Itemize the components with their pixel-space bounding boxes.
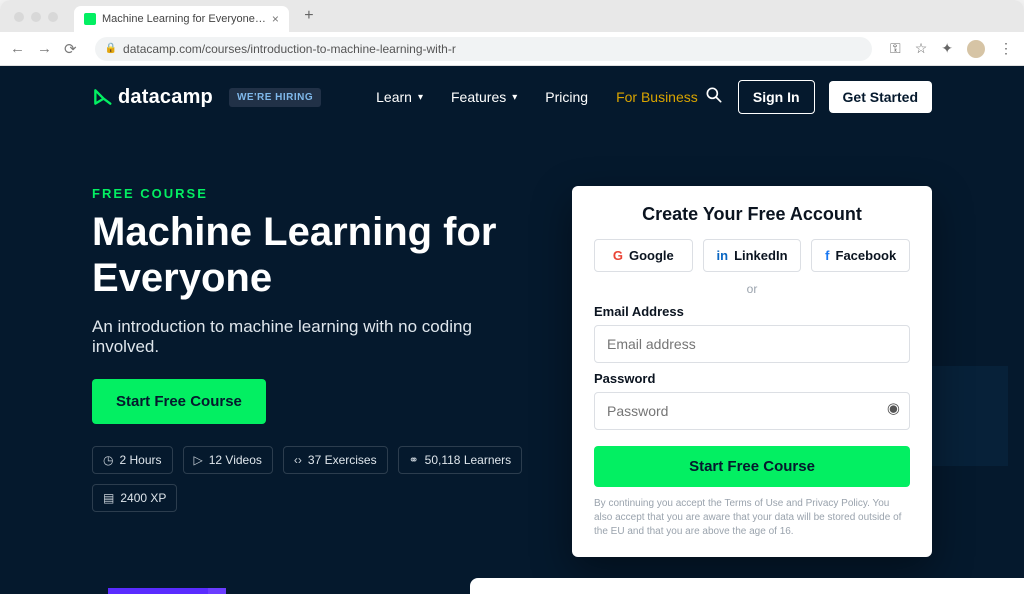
browser-tab-strip: Machine Learning for Everyone… × + [0,0,1024,32]
hiring-badge[interactable]: WE'RE HIRING [229,88,321,107]
new-tab-button[interactable]: + [297,7,321,25]
nav-learn-label: Learn [376,89,412,105]
profile-avatar-icon[interactable] [967,40,985,58]
email-field[interactable] [594,325,910,363]
close-tab-icon[interactable]: × [272,12,279,26]
main-nav: Learn ▾ Features ▾ Pricing For Business [376,89,698,105]
signup-card: Create Your Free Account G Google in Linke… [572,186,932,557]
nav-learn[interactable]: Learn ▾ [376,89,423,105]
url-text: datacamp.com/courses/introduction-to-mac… [123,42,456,56]
oauth-google-button[interactable]: G Google [594,239,693,272]
nav-pricing[interactable]: Pricing [545,89,588,105]
sign-in-button[interactable]: Sign In [738,80,815,114]
nav-features[interactable]: Features ▾ [451,89,517,105]
favicon-icon [84,13,96,25]
page: datacamp WE'RE HIRING Learn ▾ Features ▾ P… [0,66,1024,594]
start-free-course-button[interactable]: Start Free Course [92,379,266,424]
back-icon[interactable]: ← [10,40,25,57]
search-icon[interactable] [704,85,724,110]
toggle-password-visibility-icon[interactable]: ◉ [887,399,900,417]
stat-exercises-value: 37 Exercises [308,453,377,467]
code-icon: ‹› [294,453,302,467]
stat-exercises: ‹› 37 Exercises [283,446,388,474]
chevron-down-icon: ▾ [418,92,423,103]
signup-title: Create Your Free Account [594,204,910,225]
signup-submit-button[interactable]: Start Free Course [594,446,910,487]
people-icon: ⚭ [409,453,419,467]
forward-icon[interactable]: → [37,40,52,57]
stat-xp: ▤ 2400 XP [92,484,177,512]
logo-mark-icon [92,87,112,107]
stat-videos: ▷ 12 Videos [183,446,273,474]
tab-title: Machine Learning for Everyone… [102,13,266,25]
stat-learners-value: 50,118 Learners [425,453,512,467]
kebab-menu-icon[interactable]: ⋮ [999,40,1014,57]
course-title: Machine Learning for Everyone [92,209,532,301]
decorative-square [928,366,1008,466]
nav-features-label: Features [451,89,506,105]
legal-text: By continuing you accept the Terms of Us… [594,497,910,539]
close-window-icon[interactable] [14,12,24,22]
progress-segment-2 [208,588,226,594]
traffic-lights [14,12,58,22]
get-started-button[interactable]: Get Started [829,81,932,113]
chevron-down-icon: ▾ [512,92,517,103]
email-label: Email Address [594,304,910,319]
white-strip [470,578,1024,594]
lock-icon: 🔒 [105,43,117,54]
stat-learners: ⚭ 50,118 Learners [398,446,523,474]
stat-xp-value: 2400 XP [120,491,166,505]
browser-tab[interactable]: Machine Learning for Everyone… × [74,6,289,32]
or-divider: or [594,282,910,296]
reload-icon[interactable]: ⟳ [64,40,77,58]
address-bar-row: ← → ⟳ 🔒 datacamp.com/courses/introductio… [0,32,1024,66]
oauth-google-label: Google [629,248,674,263]
hero-left: FREE COURSE Machine Learning for Everyon… [92,186,532,557]
password-field[interactable] [594,392,910,430]
play-icon: ▷ [194,453,203,467]
linkedin-icon: in [717,248,729,263]
nav-for-business[interactable]: For Business [616,89,698,105]
oauth-linkedin-label: LinkedIn [734,248,787,263]
brand-logo[interactable]: datacamp WE'RE HIRING [92,86,321,109]
facebook-icon: f [825,248,829,263]
nav-business-label: For Business [616,89,698,105]
progress-segment [108,588,208,594]
course-subtitle: An introduction to machine learning with… [92,317,512,357]
maximize-window-icon[interactable] [48,12,58,22]
key-icon[interactable]: ⚿ [890,40,901,57]
minimize-window-icon[interactable] [31,12,41,22]
clock-icon: ◷ [103,453,113,467]
oauth-facebook-label: Facebook [836,248,897,263]
site-header: datacamp WE'RE HIRING Learn ▾ Features ▾ P… [0,66,1024,128]
stat-hours: ◷ 2 Hours [92,446,173,474]
bookmark-star-icon[interactable]: ☆ [915,40,928,57]
oauth-linkedin-button[interactable]: in LinkedIn [703,239,802,272]
oauth-facebook-button[interactable]: f Facebook [811,239,910,272]
brand-name: datacamp [118,86,213,109]
password-label: Password [594,371,910,386]
stat-hours-value: 2 Hours [119,453,161,467]
stat-videos-value: 12 Videos [209,453,262,467]
extensions-icon[interactable]: ✦ [941,40,953,57]
address-bar[interactable]: 🔒 datacamp.com/courses/introduction-to-m… [95,37,872,61]
nav-pricing-label: Pricing [545,89,588,105]
course-stats: ◷ 2 Hours ▷ 12 Videos ‹› 37 Exercises ⚭ 50,1… [92,446,532,512]
google-icon: G [613,248,623,263]
xp-icon: ▤ [103,491,114,505]
course-tag: FREE COURSE [92,186,532,201]
